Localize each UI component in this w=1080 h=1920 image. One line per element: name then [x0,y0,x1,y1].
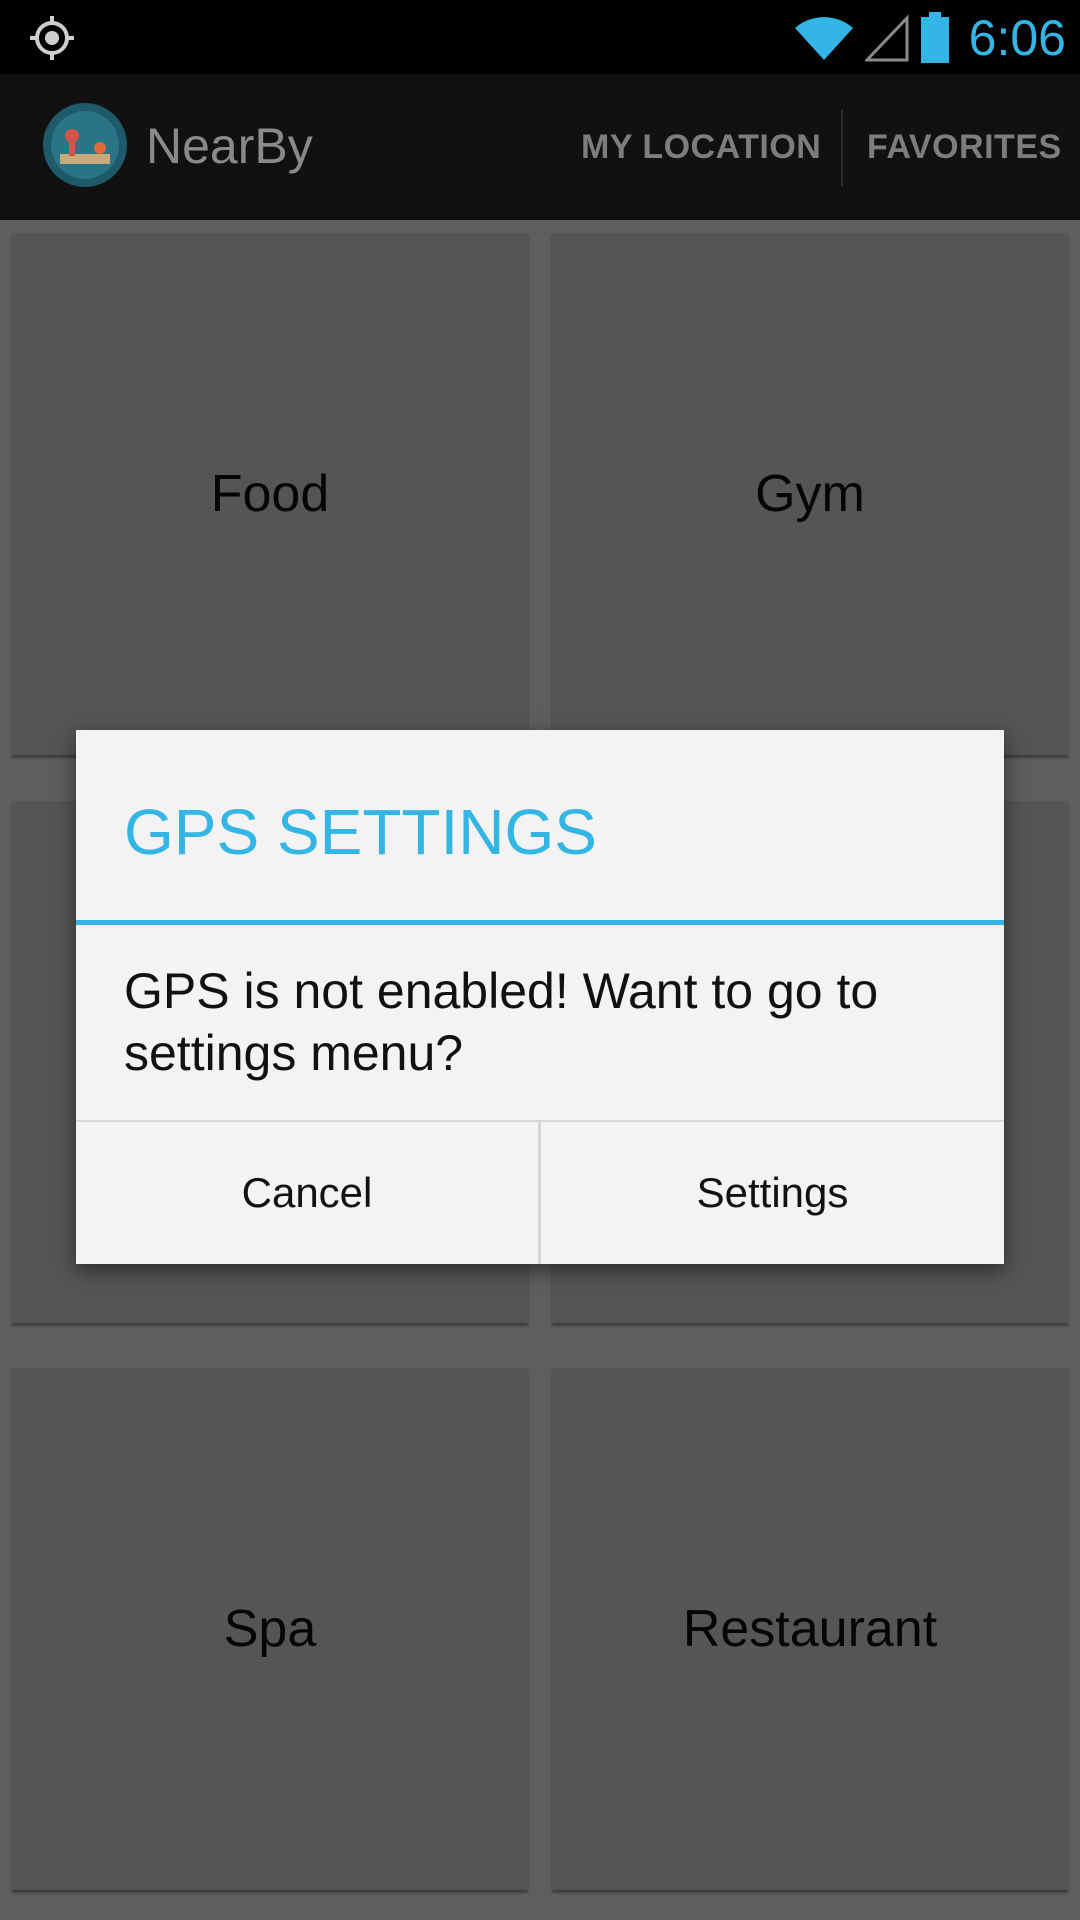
gps-settings-dialog: GPS SETTINGS GPS is not enabled! Want to… [76,730,1004,1264]
dialog-button-bar: Cancel Settings [76,1120,1004,1266]
settings-button[interactable]: Settings [541,1122,1004,1264]
cancel-button[interactable]: Cancel [76,1122,538,1264]
dialog-message: GPS is not enabled! Want to go to settin… [124,963,879,1081]
dialog-title: GPS SETTINGS [124,796,597,868]
dialog-title-divider [76,920,1004,925]
